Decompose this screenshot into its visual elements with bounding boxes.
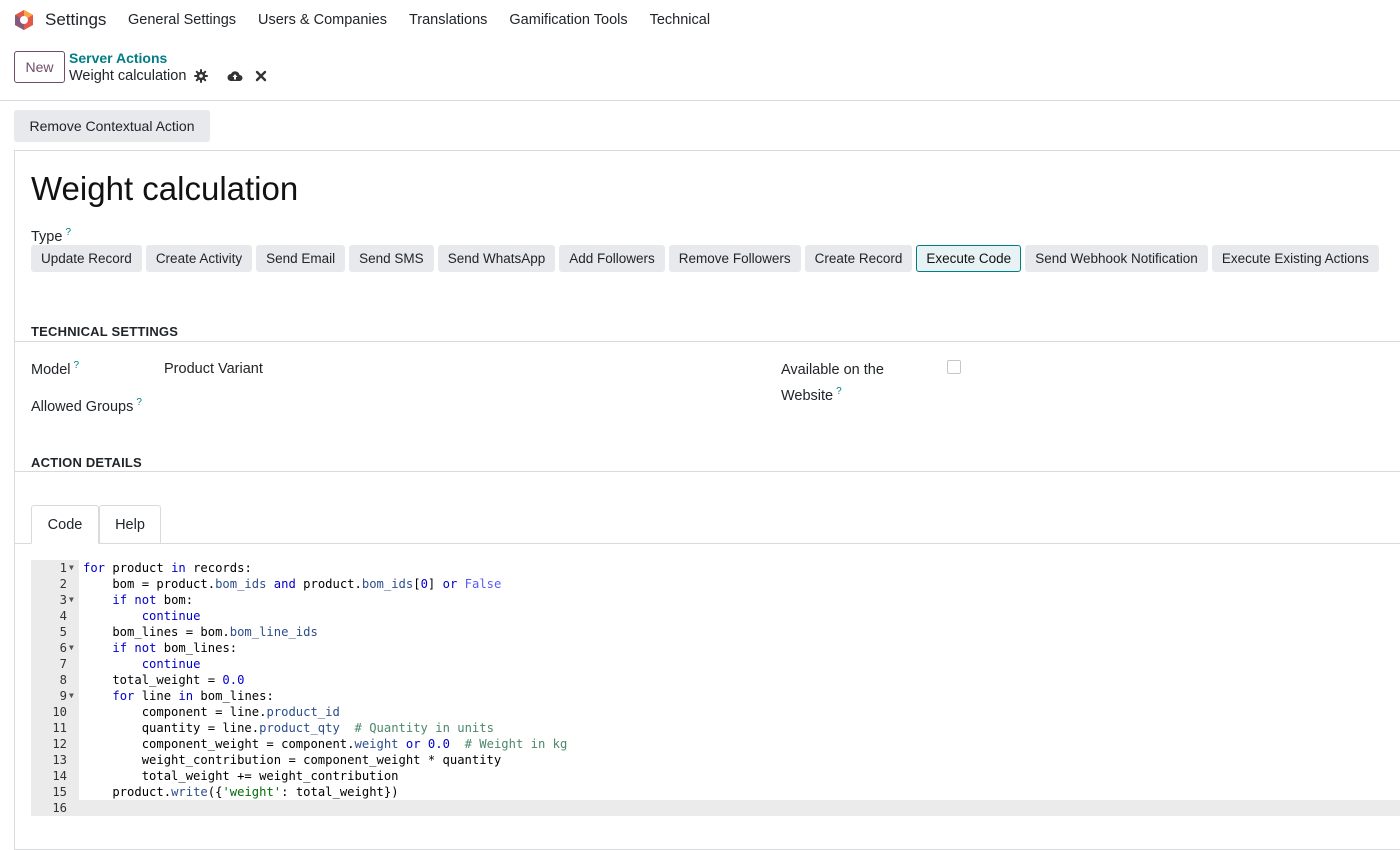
line-number: 3 [59,593,67,607]
website-help-icon[interactable]: ? [836,386,842,397]
control-panel: New Server Actions Weight calculation [0,40,1400,101]
allowed-groups-label: Allowed Groups? [31,397,142,415]
tab-help[interactable]: Help [99,505,161,544]
code-line[interactable]: 4 continue [31,608,1400,624]
type-execute-code[interactable]: Execute Code [916,245,1022,272]
code-line[interactable]: 14 total_weight += weight_contribution [31,768,1400,784]
line-number: 7 [59,657,67,671]
type-help-icon[interactable]: ? [65,227,71,238]
tab-code[interactable]: Code [31,505,99,544]
fold-toggle-icon[interactable]: ▼ [69,640,74,656]
type-send-webhook-notification[interactable]: Send Webhook Notification [1025,245,1208,272]
line-number: 10 [52,705,67,719]
model-field[interactable]: Product Variant [164,361,263,377]
code-text: bom = product.bom_ids and product.bom_id… [83,577,502,591]
type-send-sms[interactable]: Send SMS [349,245,434,272]
code-line[interactable]: 2 bom = product.bom_ids and product.bom_… [31,576,1400,592]
code-line[interactable]: 6 ▼ if not bom_lines: [31,640,1400,656]
fold-toggle-icon[interactable]: ▼ [69,688,74,704]
type-create-record[interactable]: Create Record [804,245,913,272]
code-text: bom_lines = bom.bom_line_ids [83,625,318,639]
section-divider [15,471,1400,472]
model-help-icon[interactable]: ? [74,360,80,371]
menu-users-companies[interactable]: Users & Companies [258,12,387,28]
menu-general-settings[interactable]: General Settings [128,12,236,28]
line-number: 12 [52,737,67,751]
code-line[interactable]: 12 component_weight = component.weight o… [31,736,1400,752]
code-text: total_weight += weight_contribution [83,769,399,783]
code-text: if not bom_lines: [112,641,238,655]
fold-toggle-icon[interactable]: ▼ [69,592,74,608]
line-number: 11 [52,721,67,735]
breadcrumb-server-actions[interactable]: Server Actions [69,50,167,66]
type-remove-followers[interactable]: Remove Followers [668,245,801,272]
section-divider [15,341,1400,342]
type-create-activity[interactable]: Create Activity [145,245,253,272]
main-menu: General Settings Users & Companies Trans… [128,12,732,28]
type-update-record[interactable]: Update Record [31,245,142,272]
code-text: continue [141,609,201,623]
line-number: 2 [59,577,67,591]
code-line[interactable]: 13 weight_contribution = component_weigh… [31,752,1400,768]
available-on-website-checkbox[interactable] [947,360,961,374]
record-title[interactable]: Weight calculation [31,170,298,208]
code-text: for product in records: [83,561,252,575]
type-radio-group: Update Record Create Activity Send Email… [31,245,1383,272]
code-line[interactable]: 15 product.write({'weight': total_weight… [31,784,1400,800]
type-send-email[interactable]: Send Email [256,245,346,272]
code-line[interactable]: 8 total_weight = 0.0 [31,672,1400,688]
line-number: 5 [59,625,67,639]
type-send-whatsapp[interactable]: Send WhatsApp [437,245,556,272]
code-text: total_weight = 0.0 [83,673,245,687]
code-text: continue [141,657,201,671]
code-text: quantity = line.product_qty # Quantity i… [83,721,494,735]
code-line[interactable]: 9 ▼ for line in bom_lines: [31,688,1400,704]
top-navbar: Settings General Settings Users & Compan… [0,0,1400,40]
line-number: 13 [52,753,67,767]
code-editor[interactable]: 1 ▼ for product in records: 2 bom = product… [31,560,1400,816]
code-text: for line in bom_lines: [112,689,274,703]
line-number: 16 [52,801,67,815]
line-number: 4 [59,609,67,623]
close-icon[interactable] [253,68,269,84]
line-number: 6 [59,641,67,655]
code-text: product.write({'weight': total_weight}) [83,785,399,799]
remove-contextual-action-button[interactable]: Remove Contextual Action [14,110,210,142]
available-on-website-label: Available on the Website? [781,362,884,404]
fold-toggle-icon[interactable]: ▼ [69,560,74,576]
line-number: 9 [59,689,67,703]
new-button[interactable]: New [14,51,65,83]
code-text: component_weight = component.weight or 0… [83,737,568,751]
code-line[interactable]: 16 [31,800,1400,816]
type-label: Type? [31,227,71,245]
code-line[interactable]: 3 ▼ if not bom: [31,592,1400,608]
code-text: if not bom: [112,593,194,607]
type-add-followers[interactable]: Add Followers [559,245,665,272]
code-line[interactable]: 10 component = line.product_id [31,704,1400,720]
line-number: 14 [52,769,67,783]
menu-gamification-tools[interactable]: Gamification Tools [509,12,627,28]
app-title[interactable]: Settings [45,10,106,30]
breadcrumb-current: Weight calculation [69,68,187,84]
line-number: 8 [59,673,67,687]
gear-icon[interactable] [193,68,209,84]
type-execute-existing-actions[interactable]: Execute Existing Actions [1211,245,1379,272]
code-line[interactable]: 11 quantity = line.product_qty # Quantit… [31,720,1400,736]
code-line[interactable]: 7 continue [31,656,1400,672]
line-number: 1 [59,561,67,575]
line-number: 15 [52,785,67,799]
code-text: component = line.product_id [83,705,340,719]
model-label: Model? [31,360,80,378]
cloud-upload-icon[interactable] [227,68,243,84]
code-text: weight_contribution = component_weight *… [83,753,502,767]
app-logo-icon[interactable] [14,9,34,31]
tabs-divider [15,543,1400,544]
menu-translations[interactable]: Translations [409,12,487,28]
technical-settings-title: TECHNICAL SETTINGS [31,324,179,339]
allowed-groups-help-icon[interactable]: ? [136,397,142,408]
action-details-title: ACTION DETAILS [31,455,142,470]
menu-technical[interactable]: Technical [650,12,710,28]
code-line[interactable]: 5 bom_lines = bom.bom_line_ids [31,624,1400,640]
code-line[interactable]: 1 ▼ for product in records: [31,560,1400,576]
